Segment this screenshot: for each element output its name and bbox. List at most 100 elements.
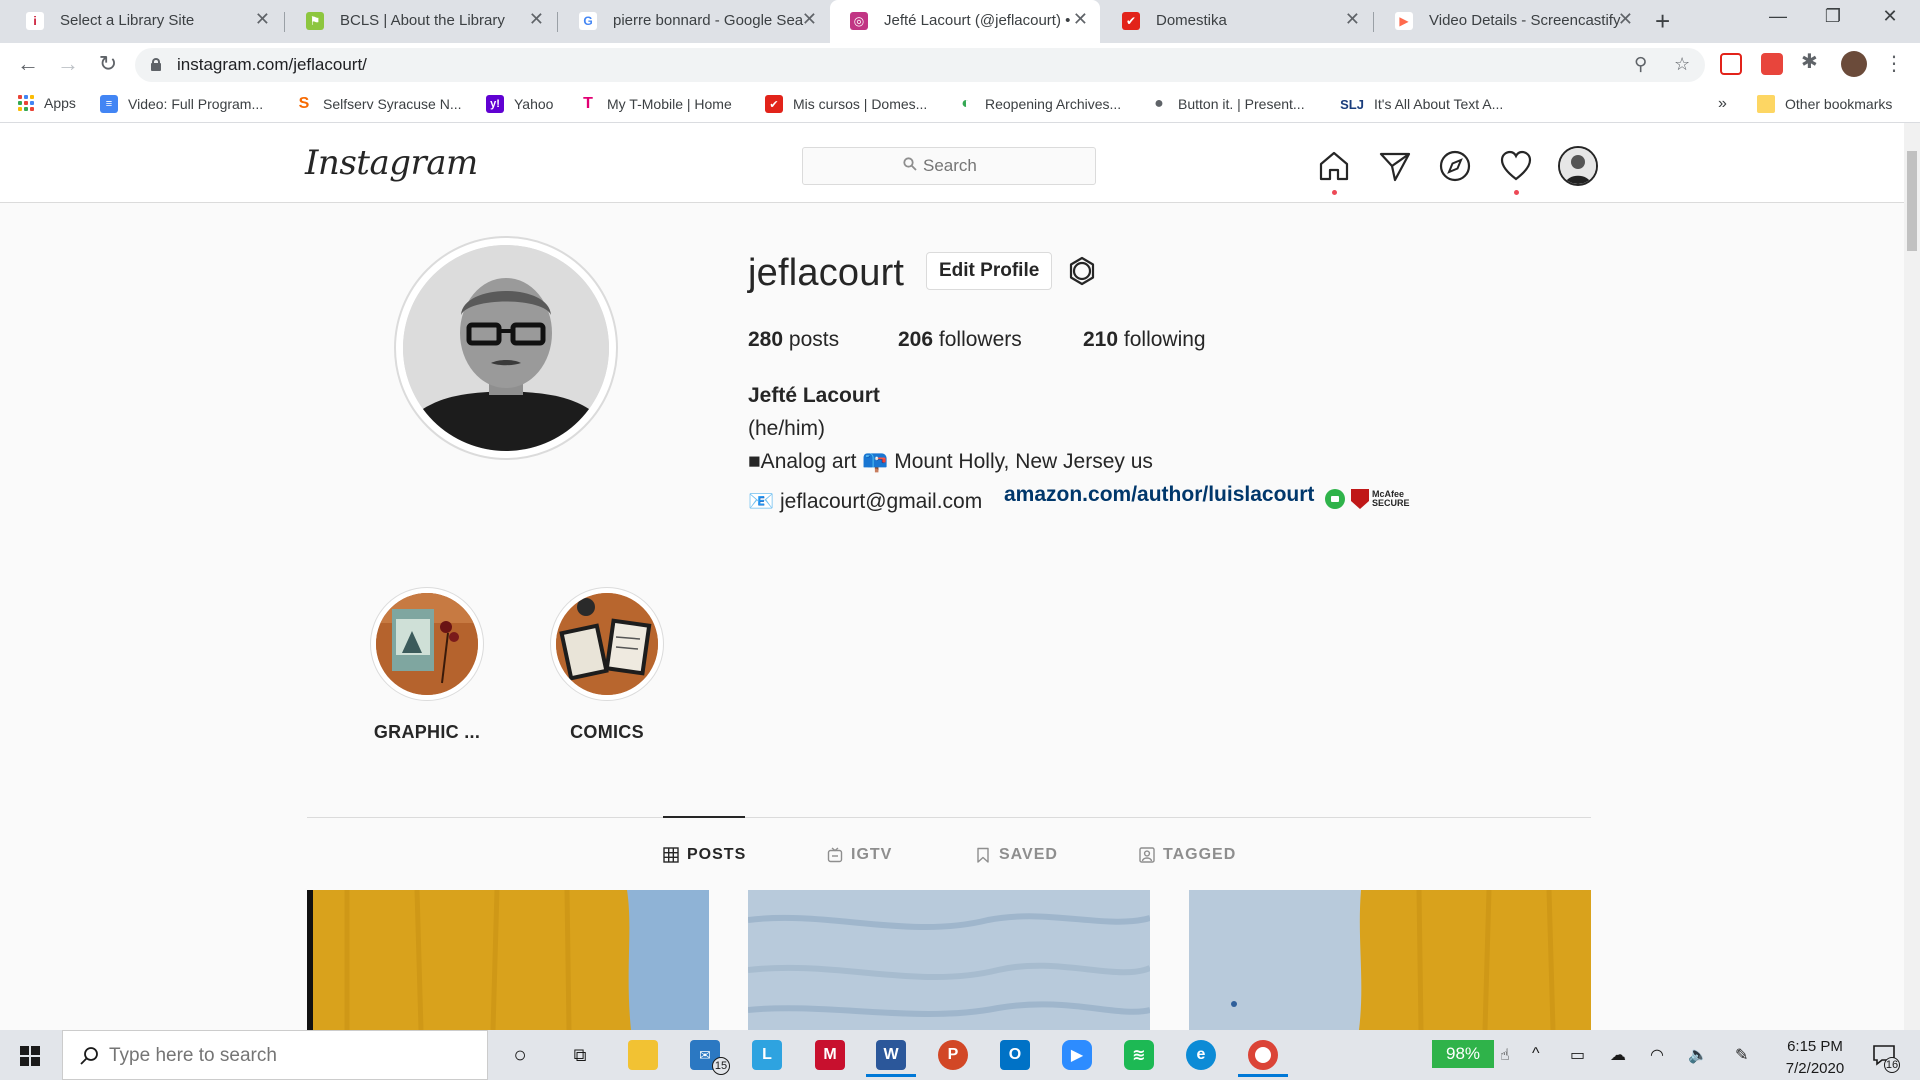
home-icon[interactable] — [1317, 149, 1351, 183]
chrome-menu-icon[interactable]: ⋮ — [1880, 51, 1908, 76]
bookmark-label: It's All About Text A... — [1374, 96, 1504, 112]
other-bookmarks-folder[interactable]: Other bookmarks — [1757, 95, 1892, 113]
close-tab-icon[interactable]: ✕ — [802, 9, 817, 30]
bookmark-reopening-archives[interactable]: ◐ Reopening Archives... — [957, 95, 1121, 113]
activity-heart-icon[interactable] — [1499, 149, 1533, 183]
screencastify-extension-icon[interactable] — [1761, 53, 1783, 75]
touch-hand-icon[interactable]: ☝ — [1500, 1045, 1510, 1065]
battery-percentage[interactable]: 98% — [1432, 1040, 1494, 1068]
tab-posts[interactable]: POSTS — [663, 846, 746, 864]
lynda-l-icon[interactable]: L — [752, 1040, 782, 1070]
volume-icon[interactable]: 🔈 — [1688, 1045, 1708, 1065]
forward-arrow-icon[interactable]: → — [54, 51, 82, 77]
url-text[interactable]: instagram.com/jeflacourt/ — [177, 55, 367, 75]
task-view-icon[interactable]: ⧉ — [565, 1040, 595, 1070]
followers-label: followers — [938, 328, 1022, 351]
extensions-puzzle-icon[interactable]: ✱ — [1801, 49, 1823, 73]
archives-icon: ◐ — [957, 95, 975, 113]
browser-tab-instagram[interactable]: ◎ Jefté Lacourt (@jeflacourt) • ✕ — [830, 0, 1100, 43]
highlight-comics[interactable] — [550, 587, 664, 701]
bookmark-label: Mis cursos | Domes... — [793, 96, 928, 112]
battery-tray-icon[interactable]: ▭ — [1570, 1045, 1585, 1065]
mcafee-taskbar-icon[interactable]: M — [815, 1040, 845, 1070]
followers-stat[interactable]: 206 followers — [898, 328, 1022, 352]
bookmark-tmobile[interactable]: T My T-Mobile | Home — [579, 95, 732, 113]
browser-tab-google[interactable]: G pierre bonnard - Google Sea ✕ — [559, 0, 829, 43]
chrome-profile-avatar[interactable] — [1841, 51, 1867, 77]
edge-icon[interactable]: e — [1186, 1040, 1216, 1070]
bookmark-button-it[interactable]: ● Button it. | Present... — [1150, 95, 1305, 113]
zoom-app-icon[interactable]: ▶ — [1062, 1040, 1092, 1070]
direct-message-icon[interactable] — [1378, 149, 1412, 183]
instagram-search[interactable] — [802, 147, 1096, 185]
onedrive-cloud-icon[interactable]: ☁ — [1610, 1045, 1626, 1065]
bookmark-label: My T-Mobile | Home — [607, 96, 732, 112]
maximize-window-button[interactable]: ❐ — [1813, 6, 1853, 27]
chrome-icon[interactable] — [1248, 1040, 1278, 1070]
following-stat[interactable]: 210 following — [1083, 328, 1206, 352]
page-scrollbar[interactable] — [1904, 123, 1920, 1030]
search-input[interactable] — [923, 154, 1083, 178]
taskbar-clock[interactable]: 6:15 PM 7/2/2020 — [1770, 1036, 1860, 1080]
pocket-extension-icon[interactable] — [1720, 53, 1742, 75]
tab-title: BCLS | About the Library — [340, 12, 505, 29]
close-tab-icon[interactable]: ✕ — [1345, 9, 1360, 30]
windows-start-icon[interactable] — [20, 1046, 40, 1066]
file-explorer-icon[interactable] — [628, 1040, 658, 1070]
bookmark-star-icon[interactable]: ☆ — [1674, 54, 1690, 75]
reload-icon[interactable]: ↻ — [94, 51, 122, 77]
profile-menu-avatar[interactable] — [1558, 146, 1598, 186]
browser-tab-domestika[interactable]: ✔ Domestika ✕ — [1102, 0, 1372, 43]
profile-website-link[interactable]: amazon.com/author/luislacourt — [1004, 483, 1314, 507]
mcafee-secure-badge[interactable]: McAfee SECURE — [1325, 489, 1410, 509]
pen-workspace-icon[interactable]: ✎ — [1735, 1045, 1748, 1065]
lock-icon[interactable] — [151, 58, 161, 71]
browser-tab-screencastify[interactable]: ▶ Video Details - Screencastify ✕ — [1375, 0, 1645, 43]
minimize-window-button[interactable]: — — [1758, 6, 1798, 27]
close-tab-icon[interactable]: ✕ — [1618, 9, 1633, 30]
tab-tagged[interactable]: TAGGED — [1139, 846, 1236, 864]
post-thumbnail[interactable] — [748, 890, 1150, 1030]
close-tab-icon[interactable]: ✕ — [1073, 9, 1088, 30]
browser-tab-bcls[interactable]: ⚑ BCLS | About the Library ✕ — [286, 0, 556, 43]
post-thumbnail[interactable] — [307, 890, 709, 1030]
word-icon[interactable]: W — [876, 1040, 906, 1070]
bookmark-video-program[interactable]: ≡ Video: Full Program... — [100, 95, 263, 113]
post-thumbnail[interactable] — [1189, 890, 1591, 1030]
taskbar-search-input[interactable] — [109, 1043, 469, 1069]
powerpoint-icon[interactable]: P — [938, 1040, 968, 1070]
browser-tab-library[interactable]: i Select a Library Site ✕ — [6, 0, 282, 43]
wifi-icon[interactable]: ◠ — [1650, 1045, 1664, 1065]
taskbar-search-box[interactable] — [62, 1030, 488, 1080]
explore-compass-icon[interactable] — [1438, 149, 1472, 183]
domestika-favicon-icon: ✔ — [1122, 12, 1140, 30]
tab-igtv[interactable]: IGTV — [827, 846, 892, 864]
mcafee-shield-icon — [1351, 489, 1369, 509]
outlook-icon[interactable]: O — [1000, 1040, 1030, 1070]
tray-expand-chevron-icon[interactable]: ^ — [1532, 1045, 1540, 1063]
profile-picture[interactable] — [394, 236, 618, 460]
back-arrow-icon[interactable]: ← — [14, 51, 42, 77]
cortana-circle-icon[interactable]: ○ — [505, 1040, 535, 1070]
edit-profile-button[interactable]: Edit Profile — [926, 252, 1053, 290]
close-tab-icon[interactable]: ✕ — [529, 9, 544, 30]
tab-title: Video Details - Screencastify — [1429, 12, 1621, 29]
bookmark-selfserv[interactable]: S Selfserv Syracuse N... — [295, 95, 462, 113]
scrollbar-thumb[interactable] — [1907, 151, 1917, 251]
bookmark-apps[interactable]: Apps — [18, 95, 76, 111]
spotify-icon[interactable]: ≋ — [1124, 1040, 1154, 1070]
bookmarks-overflow-button[interactable]: » — [1718, 95, 1727, 113]
highlight-graphic[interactable] — [370, 587, 484, 701]
zoom-icon[interactable]: ⚲ — [1634, 54, 1647, 75]
new-tab-button[interactable]: + — [1655, 6, 1670, 37]
close-tab-icon[interactable]: ✕ — [255, 9, 270, 30]
close-window-button[interactable]: ✕ — [1870, 6, 1910, 27]
tab-saved[interactable]: SAVED — [975, 846, 1058, 864]
address-bar[interactable]: instagram.com/jeflacourt/ ⚲ ☆ — [135, 48, 1705, 82]
bookmark-slj[interactable]: SLJ It's All About Text A... — [1340, 95, 1503, 113]
bookmark-mis-cursos[interactable]: ✔ Mis cursos | Domes... — [765, 95, 927, 113]
settings-gear-icon[interactable] — [1066, 255, 1098, 287]
mcafee-text-line-2: SECURE — [1372, 498, 1410, 508]
instagram-logo[interactable]: Instagram — [305, 143, 478, 183]
bookmark-yahoo[interactable]: y! Yahoo — [486, 95, 553, 113]
